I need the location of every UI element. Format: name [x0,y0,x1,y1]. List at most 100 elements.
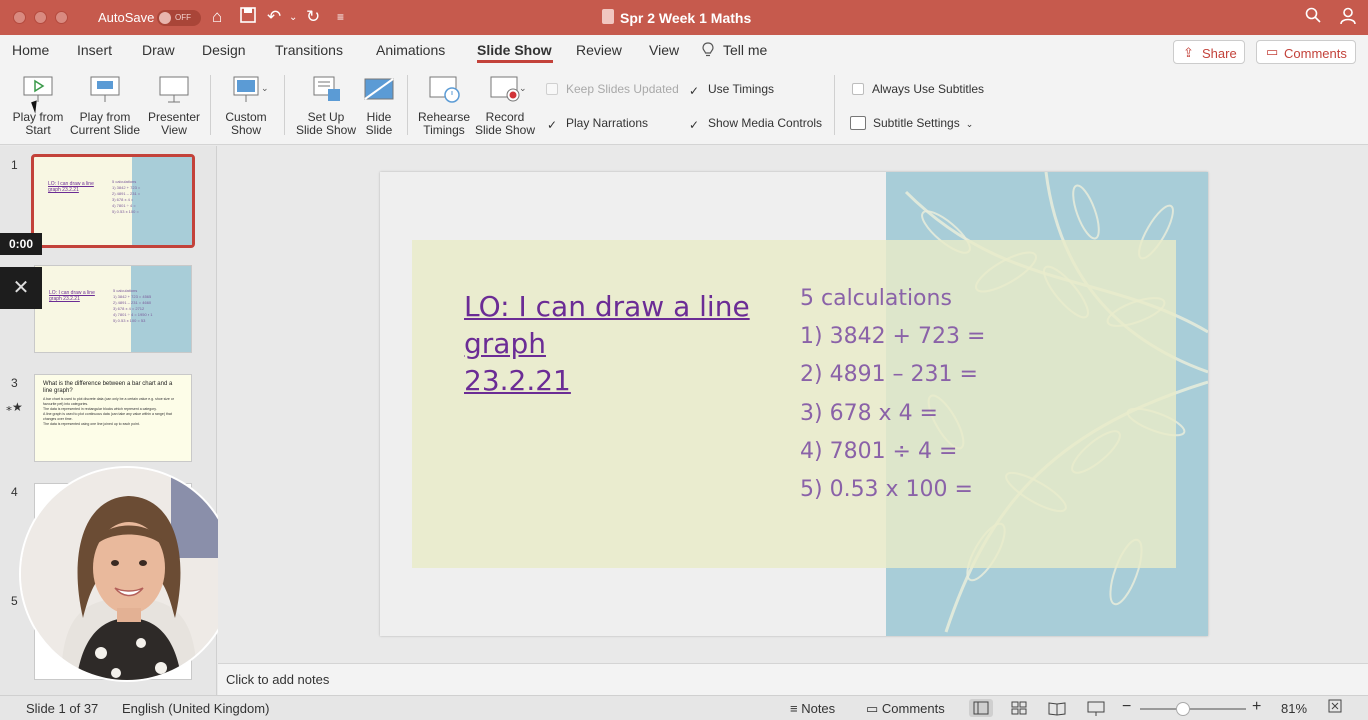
set-up-label-2: Slide Show [295,123,357,137]
calculation-4[interactable]: 4) 7801 ÷ 4 = [800,439,957,464]
undo-icon[interactable]: ↶ [267,7,281,27]
calculation-5[interactable]: 5) 0.53 x 100 = [800,477,973,502]
comments-toggle[interactable]: ▭ Comments [866,701,945,717]
use-timings-checkbox[interactable]: ✓ Use Timings [688,82,774,97]
account-icon[interactable] [1340,7,1358,30]
notes-pane[interactable]: Click to add notes [218,663,1368,695]
fit-to-window-icon[interactable] [1328,699,1342,716]
zoom-slider-thumb[interactable] [1176,702,1190,716]
tell-me-search[interactable]: Tell me [723,42,767,58]
current-slide[interactable]: LO: I can draw a line graph 23.2.21 5 ca… [380,172,1208,636]
always-use-subtitles-label: Always Use Subtitles [872,82,985,96]
share-label: Share [1202,46,1237,61]
slide-thumbnail-2[interactable]: LO: I can draw a line graph 23.2.21 5 ca… [34,265,192,353]
slide-number-4: 4 [11,485,18,499]
comments-status-label: Comments [881,701,945,716]
slide-title[interactable]: LO: I can draw a line graph 23.2.21 [464,288,750,399]
recording-timer: 0:00 [0,233,42,255]
thumb-calculations: 5 calculations 1) 3842 + 723 = 2) 4891 –… [112,179,140,215]
hide-slide-label-2: Slide [365,123,393,137]
record-dropdown-icon[interactable]: ⌄ [519,83,527,94]
zoom-percentage[interactable]: 81% [1281,701,1307,716]
slide-show-view-icon[interactable] [1084,699,1108,717]
tab-draw[interactable]: Draw [142,42,175,58]
zoom-out-icon[interactable]: − [1122,698,1131,716]
checkmark-icon: ✓ [546,118,558,132]
slide-thumbnail-1[interactable]: LO: I can draw a line graph 23.2.21 5 ca… [31,154,195,248]
tab-review[interactable]: Review [576,42,622,58]
autosave-toggle-knob [159,12,171,24]
comment-icon: ▭ [1266,44,1279,59]
hide-slide-button[interactable]: Hide Slide [360,75,398,137]
customize-toolbar-icon[interactable]: ≡ [337,7,344,27]
lightbulb-icon [702,42,714,61]
stopwatch-icon [428,75,460,105]
reading-view-icon[interactable] [1045,699,1069,717]
language-indicator[interactable]: English (United Kingdom) [122,701,269,716]
active-tab-indicator [477,60,553,63]
tab-design[interactable]: Design [202,42,246,58]
search-icon[interactable] [1305,7,1321,28]
slide-title-line-1: LO: I can draw a line [464,290,750,323]
comments-button[interactable]: ▭ Comments [1256,40,1356,64]
play-from-current-button[interactable]: Play from Current Slide [68,75,142,137]
subtitle-settings-button[interactable]: Subtitle Settings ⌄ [850,116,973,130]
always-use-subtitles-checkbox[interactable]: Always Use Subtitles [852,82,984,96]
set-up-slide-show-button[interactable]: Set Up Slide Show [294,75,358,137]
close-window-button[interactable] [13,11,26,24]
tab-transitions[interactable]: Transitions [275,42,343,58]
calculation-1[interactable]: 1) 3842 + 723 = [800,324,985,349]
checkbox-box [852,83,864,95]
save-icon[interactable] [240,7,256,28]
current-slide-icon [89,75,121,105]
play-narrations-checkbox[interactable]: ✓ Play Narrations [546,116,648,131]
tab-view[interactable]: View [649,42,679,58]
rehearse-timings-button[interactable]: Rehearse Timings [416,75,472,137]
record-slide-show-button[interactable]: Record Slide Show [474,75,536,137]
slide-counter: Slide 1 of 37 [26,701,99,716]
autosave-toggle[interactable]: OFF [157,10,201,26]
calculations-heading[interactable]: 5 calculations [800,286,952,311]
presenter-view-button[interactable]: Presenter View [144,75,204,137]
calculation-3[interactable]: 3) 678 x 4 = [800,401,938,426]
ribbon: Play from Start Play from Current Slide … [0,67,1368,145]
minimize-window-button[interactable] [34,11,47,24]
slide-sorter-icon[interactable] [1007,699,1031,717]
checkbox-box [546,83,558,95]
rehearse-label-2: Timings [423,123,465,137]
share-button[interactable]: ⇪ Share [1173,40,1245,64]
setup-icon [310,75,342,105]
ribbon-separator [834,75,835,135]
thumb-body-line: The data is represented using one line j… [43,422,140,426]
slide-thumbnail-3[interactable]: What is the difference between a bar cha… [34,374,192,462]
notes-toggle[interactable]: ≡ Notes [790,701,835,716]
autosave-state: OFF [175,13,191,22]
custom-show-icon [230,75,262,105]
zoom-window-button[interactable] [55,11,68,24]
zoom-in-icon[interactable]: + [1252,698,1261,716]
custom-show-dropdown-icon[interactable]: ⌄ [261,83,269,94]
presenter-view-label-2: View [161,123,187,137]
zoom-slider[interactable] [1140,708,1246,710]
tab-animations[interactable]: Animations [376,42,445,58]
tab-home[interactable]: Home [12,42,49,58]
tab-insert[interactable]: Insert [77,42,112,58]
presenter-icon [158,75,190,105]
ribbon-tabs: Home Insert Draw Design Transitions Anim… [0,35,1368,67]
subtitle-settings-label: Subtitle Settings [873,116,960,130]
slide-title-line-3: 23.2.21 [464,364,571,397]
undo-dropdown-icon[interactable]: ⌄ [289,8,297,28]
redo-icon[interactable]: ↻ [306,7,320,27]
calculation-2[interactable]: 2) 4891 – 231 = [800,362,978,387]
close-recording-button[interactable]: ✕ [0,267,42,309]
checkmark-icon: ✓ [688,84,700,98]
show-media-controls-checkbox[interactable]: ✓ Show Media Controls [688,116,822,131]
home-icon[interactable]: ⌂ [212,7,222,27]
record-icon [489,75,521,105]
presentation-file-icon [602,9,614,24]
tab-slide-show[interactable]: Slide Show [477,42,552,58]
slide-title-line-2: graph [464,327,546,360]
normal-view-icon[interactable] [969,699,993,717]
notes-placeholder: Click to add notes [226,672,330,687]
webcam-video[interactable] [19,466,235,682]
